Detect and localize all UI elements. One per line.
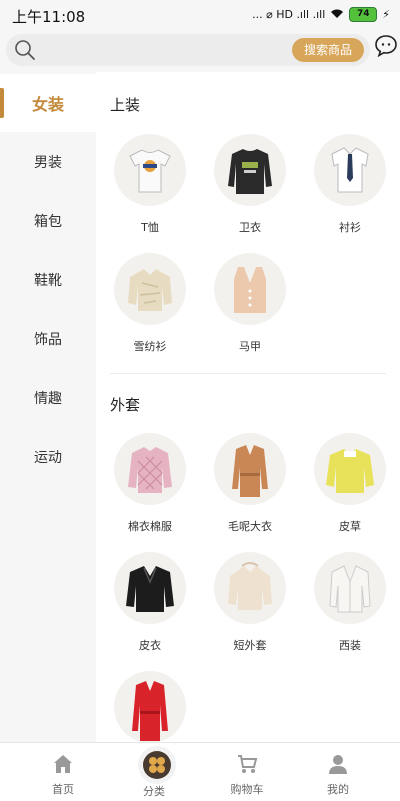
nav-label-me: 我的 xyxy=(327,783,349,796)
nav-me[interactable]: 我的 xyxy=(288,743,388,801)
section-divider xyxy=(110,373,386,374)
status-time: 上午11:08 xyxy=(12,8,86,26)
nav-category[interactable] xyxy=(138,746,176,784)
category-label: 皮衣 xyxy=(139,639,161,652)
status-bar: 上午11:08 ... ⌀ HD .ıll .ıll 74 ⚡ xyxy=(0,0,400,30)
battery-icon: 74 xyxy=(349,7,378,22)
nav-label-category: 分类 xyxy=(143,785,165,798)
blazer-image xyxy=(314,552,386,624)
category-short-jacket[interactable]: 短外套 xyxy=(200,552,300,662)
status-indicators: ... ⌀ HD .ıll .ıll 74 ⚡ xyxy=(252,7,390,22)
category-sidebar: 女装 男装 箱包 鞋靴 饰品 情趣 运动 xyxy=(0,72,96,742)
search-icon xyxy=(15,40,35,60)
category-label: T恤 xyxy=(141,221,159,234)
search-header: 搜索商品 xyxy=(0,30,400,72)
category-label: 棉衣棉服 xyxy=(128,520,172,533)
short-jacket-image xyxy=(214,552,286,624)
section-title-outerwear: 外套 xyxy=(110,396,141,414)
category-padded-jacket[interactable]: 棉衣棉服 xyxy=(100,433,200,543)
category-chiffon[interactable]: 雪纺衫 xyxy=(100,253,200,363)
category-sweatshirt[interactable]: 卫衣 xyxy=(200,134,300,244)
category-wool-coat[interactable]: 毛呢大衣 xyxy=(200,433,300,543)
bottom-nav: 首页 分类 购物车 我的 xyxy=(0,742,400,801)
fur-coat-image xyxy=(314,433,386,505)
category-label: 西装 xyxy=(339,639,361,652)
sidebar-item-shoes[interactable]: 鞋靴 xyxy=(0,251,96,309)
category-leather-jacket[interactable]: 皮衣 xyxy=(100,552,200,662)
chat-bubble-icon[interactable] xyxy=(374,34,398,58)
sidebar-item-mens[interactable]: 男装 xyxy=(0,133,96,191)
nav-cart[interactable]: 购物车 xyxy=(197,743,297,801)
shirt-tie-image xyxy=(314,134,386,206)
sidebar-item-adult[interactable]: 情趣 xyxy=(0,369,96,427)
user-icon xyxy=(329,755,347,774)
category-fur[interactable]: 皮草 xyxy=(300,433,400,543)
category-label: 卫衣 xyxy=(239,221,261,234)
category-trench-coat[interactable] xyxy=(100,671,200,742)
vest-image xyxy=(214,253,286,325)
sidebar-item-womens[interactable]: 女装 xyxy=(0,74,96,132)
sidebar-item-accessories[interactable]: 饰品 xyxy=(0,310,96,368)
search-button[interactable]: 搜索商品 xyxy=(291,38,364,62)
category-shirt[interactable]: 衬衫 xyxy=(300,134,400,244)
home-icon xyxy=(54,755,72,773)
nav-label-cart: 购物车 xyxy=(230,783,264,796)
nav-home[interactable]: 首页 xyxy=(13,743,113,801)
sidebar-item-sports[interactable]: 运动 xyxy=(0,428,96,486)
category-label: 短外套 xyxy=(233,639,267,652)
wool-coat-image xyxy=(214,433,286,505)
section-title-tops: 上装 xyxy=(110,96,141,114)
nav-label-home: 首页 xyxy=(52,783,74,796)
category-icon xyxy=(143,751,171,779)
chiffon-blouse-image xyxy=(114,253,186,325)
sidebar-item-bags[interactable]: 箱包 xyxy=(0,192,96,250)
category-label: 毛呢大衣 xyxy=(228,520,272,533)
category-label: 皮草 xyxy=(339,520,361,533)
category-tshirt[interactable]: T恤 xyxy=(100,134,200,244)
cart-icon xyxy=(238,755,258,773)
category-label: 雪纺衫 xyxy=(133,340,167,353)
padded-jacket-image xyxy=(114,433,186,505)
leather-jacket-image xyxy=(114,552,186,624)
tshirt-image xyxy=(114,134,186,206)
category-blazer[interactable]: 西装 xyxy=(300,552,400,662)
sweatshirt-image xyxy=(214,134,286,206)
search-input[interactable]: 搜索商品 xyxy=(6,34,370,66)
signal-indicators: ... ⌀ HD .ıll .ıll xyxy=(252,8,326,21)
category-content: 上装 T恤 卫衣 衬衫 雪纺衫 马甲 外套 棉衣棉服 毛呢大衣 皮草 皮衣 短外… xyxy=(96,72,400,742)
charging-icon: ⚡ xyxy=(382,8,390,21)
category-label: 马甲 xyxy=(239,340,261,353)
category-label: 衬衫 xyxy=(339,221,361,234)
wifi-icon xyxy=(330,8,344,22)
category-vest[interactable]: 马甲 xyxy=(200,253,300,363)
trench-coat-image xyxy=(114,671,186,742)
